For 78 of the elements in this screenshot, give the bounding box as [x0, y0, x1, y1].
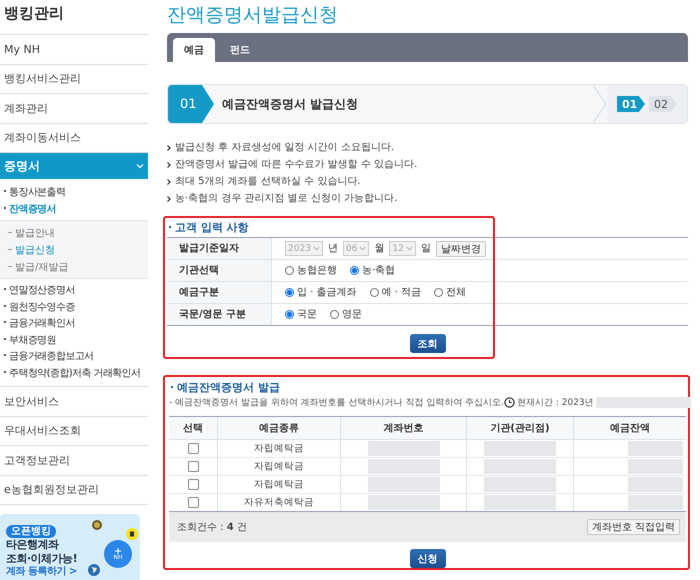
- submenu-item[interactable]: 발급안내: [0, 224, 148, 241]
- checkbox[interactable]: [188, 479, 198, 490]
- notice-text: 농·축협의 경우 관리지점 별로 신청이 가능합니다.: [175, 192, 398, 206]
- step-indicator: 01: [617, 96, 645, 112]
- step-indicator: 02: [649, 96, 677, 112]
- checkbox[interactable]: [188, 443, 198, 454]
- tab[interactable]: 펀드: [219, 38, 261, 62]
- checkbox[interactable]: [188, 497, 198, 508]
- register-link[interactable]: 계좌 등록하기 >: [6, 566, 77, 578]
- radio-label[interactable]: 예 · 적금: [382, 286, 422, 300]
- submenu-item[interactable]: 금융거래종합보고서: [0, 349, 148, 366]
- caret-icon: [312, 246, 320, 251]
- radio-button[interactable]: [350, 266, 359, 275]
- promo-headline: 타은행계좌: [6, 538, 58, 552]
- promo-headline: 조회·이체가능!: [6, 552, 78, 566]
- submenu-item[interactable]: 연말정산증명서: [0, 283, 148, 300]
- submenu-item[interactable]: 금융거래확인서: [0, 316, 148, 332]
- radio-button[interactable]: [285, 266, 294, 275]
- field-label: 기관선택: [167, 260, 272, 281]
- unit-text: 년: [328, 242, 338, 256]
- radio-label[interactable]: 농협은행: [297, 264, 337, 278]
- field-label: 발급기준일자: [167, 238, 272, 259]
- submenu-item[interactable]: 주택청약(종합)저축 거래확인서: [0, 366, 148, 382]
- step-title: 예금잔액증명서 발급신청: [222, 96, 360, 112]
- radio-button[interactable]: [330, 310, 339, 319]
- radio-label[interactable]: 국문: [297, 308, 317, 322]
- submenu-item[interactable]: 발급/재발급: [0, 258, 148, 275]
- promo-badge: 오픈뱅킹: [6, 525, 56, 538]
- unit-text: 일: [420, 242, 431, 256]
- table-cell: 자립예탁금: [218, 476, 341, 493]
- section-heading: 예금잔액증명서 발급: [177, 380, 280, 394]
- radio-button[interactable]: [434, 288, 444, 297]
- column-header: 예금종류: [218, 417, 341, 439]
- notice-text: 잔액증명서 발급에 따른 수수료가 발생할 수 있습니다.: [175, 158, 418, 172]
- bullet-icon: [167, 162, 171, 168]
- direct-input-button[interactable]: 계좌번호 직접입력: [586, 519, 680, 535]
- bullet-icon: [167, 144, 171, 150]
- result-count: 조회건수 : 4 건: [177, 521, 247, 534]
- column-header: 예금잔액: [609, 422, 651, 436]
- unit-text: 월: [374, 242, 384, 256]
- checkbox[interactable]: [188, 461, 198, 472]
- step-number: 01: [168, 85, 214, 123]
- radio-label[interactable]: 전체: [446, 286, 466, 300]
- clock-icon: [504, 397, 515, 408]
- notice-text: 발급신청 후 자료생성에 일정 시간이 소요됩니다.: [175, 141, 394, 155]
- caret-icon: [359, 246, 366, 251]
- submenu-item[interactable]: 잔액증명서: [0, 202, 148, 218]
- coin-icon: [126, 528, 138, 540]
- bullet-icon: [167, 196, 171, 202]
- caret-icon: [406, 246, 413, 251]
- column-header: 계좌번호: [341, 417, 467, 439]
- current-time-label: 현재시간 : 2023년: [517, 397, 594, 409]
- table-cell: 자립예탁금: [218, 458, 341, 475]
- section-heading: 고객 입력 사항: [175, 220, 249, 234]
- tab[interactable]: 예금: [173, 38, 215, 62]
- coin-icon: [92, 520, 102, 530]
- radio-button[interactable]: [285, 288, 294, 297]
- submenu-item[interactable]: 부채증명원: [0, 332, 148, 349]
- table-cell: 자립예탁금: [218, 440, 341, 457]
- apply-button[interactable]: 신청: [410, 549, 446, 568]
- radio-button[interactable]: [285, 310, 294, 319]
- field-label: 국문/영문 구분: [167, 304, 272, 325]
- radio-label[interactable]: 입 · 출금계좌: [297, 286, 357, 300]
- radio-label[interactable]: 농·축협: [362, 264, 396, 278]
- plus-icon: [115, 548, 121, 554]
- field-label: 예금구분: [167, 282, 272, 303]
- radio-label[interactable]: 영문: [342, 308, 362, 322]
- table-cell: 자유저축예탁금: [218, 494, 341, 511]
- submenu-item[interactable]: 원천징수영수증: [0, 300, 148, 316]
- instruction-text: - 예금잔액증명서 발급을 위하여 계좌번호를 선택하시거나 직접 입력하여 주십시오.: [169, 397, 504, 409]
- column-header: 선택: [169, 417, 218, 439]
- bullet-icon: [167, 178, 171, 184]
- column-header: 기관(관리점): [467, 417, 574, 439]
- submenu-item[interactable]: 통장사본출력: [0, 185, 148, 202]
- radio-button[interactable]: [370, 288, 379, 297]
- notice-text: 최대 5개의 계좌를 선택하실 수 있습니다.: [175, 175, 360, 189]
- page-title: 잔액증명서발급신청: [167, 3, 339, 28]
- search-button[interactable]: 조회: [410, 334, 446, 353]
